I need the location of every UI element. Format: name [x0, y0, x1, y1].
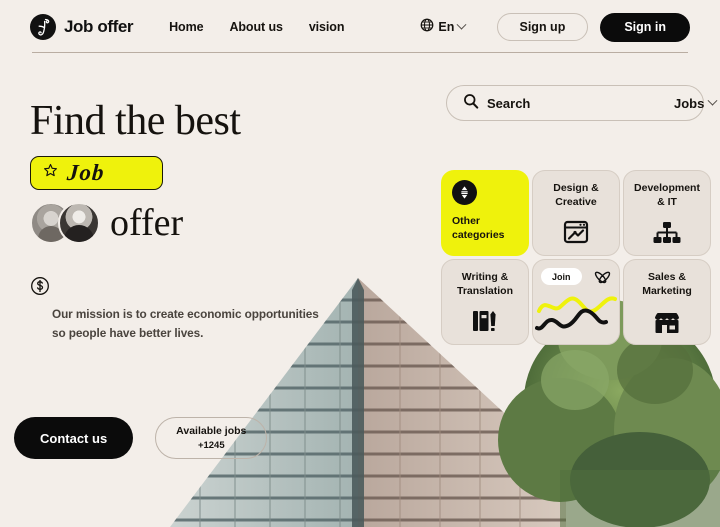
avatar [58, 202, 100, 244]
category-card-label: Design & Creative [553, 182, 599, 208]
star-icon [43, 163, 58, 183]
header-divider [32, 52, 688, 53]
logo-text: Job offer [64, 17, 134, 36]
book-pen-icon [442, 308, 528, 334]
chevron-down-icon [456, 19, 467, 30]
search-input[interactable] [487, 95, 662, 111]
language-label: En [438, 20, 455, 34]
landing-page: Job offer Home About us vision En Sign u… [0, 0, 720, 527]
hero-heading: Find the best Job offer [30, 100, 241, 244]
search-bar: Jobs [446, 85, 718, 121]
category-card-writing-translation[interactable]: Writing & Translation [441, 259, 529, 345]
available-jobs-count: +1245 [197, 440, 225, 451]
hero-line-3: offer [30, 202, 241, 244]
join-badge[interactable]: Join [541, 268, 582, 285]
category-card-label: Development & IT [634, 182, 700, 208]
contact-us-button[interactable]: Contact us [14, 417, 134, 459]
mission-statement: Our mission is to create economic opport… [30, 276, 320, 343]
cta-row: Contact us Available jobs +1245 [14, 417, 268, 459]
category-card-design-creative[interactable]: Design & Creative [532, 170, 620, 256]
language-selector[interactable]: En [420, 18, 467, 37]
hero-offer-word: offer [110, 202, 184, 244]
squiggle-decoration [535, 287, 619, 338]
design-window-icon [533, 219, 619, 245]
nav-link-vision[interactable]: vision [309, 20, 345, 34]
search-icon [463, 93, 479, 114]
nav-link-home[interactable]: Home [169, 20, 203, 34]
category-card-label: Writing & Translation [456, 271, 513, 297]
mission-text: Our mission is to create economic opport… [52, 307, 319, 340]
chevron-down-icon [707, 95, 718, 106]
sort-arrows-icon [452, 180, 477, 205]
main-nav: Home About us vision En [169, 18, 467, 37]
category-card-label: Other categories [452, 215, 505, 242]
hero-job-word: Job [66, 160, 106, 185]
category-card-label: Sales & Marketing [642, 271, 692, 297]
hero-job-badge: Job [30, 156, 163, 190]
search-filter-label: Jobs [674, 95, 705, 111]
search-filter-dropdown[interactable]: Jobs [662, 95, 720, 111]
dollar-circle-icon [30, 276, 320, 301]
sitemap-icon [624, 221, 710, 245]
sign-in-button[interactable]: Sign in [600, 12, 690, 42]
category-card-development-it[interactable]: Development & IT [623, 170, 711, 256]
category-card-other[interactable]: Other categories [441, 170, 529, 256]
hero-line-1: Find the best [30, 98, 241, 144]
script-j-logo-icon [30, 14, 56, 40]
sign-up-button[interactable]: Sign up [496, 13, 589, 41]
logo[interactable]: Job offer [30, 14, 134, 40]
header-actions: Sign up Sign in [496, 12, 690, 42]
category-cards: Other categories Design & Creative Devel… [441, 170, 711, 345]
nav-link-about-us[interactable]: About us [229, 20, 282, 34]
available-jobs-button[interactable]: Available jobs +1245 [155, 417, 268, 459]
flower-icon [594, 267, 611, 289]
available-jobs-label: Available jobs [176, 425, 247, 437]
globe-icon [420, 18, 434, 37]
storefront-icon [624, 310, 710, 334]
category-card-join[interactable]: Join [532, 259, 620, 345]
avatar-group [30, 202, 100, 244]
site-header: Job offer Home About us vision En Sign u… [0, 0, 720, 54]
category-card-sales-marketing[interactable]: Sales & Marketing [623, 259, 711, 345]
